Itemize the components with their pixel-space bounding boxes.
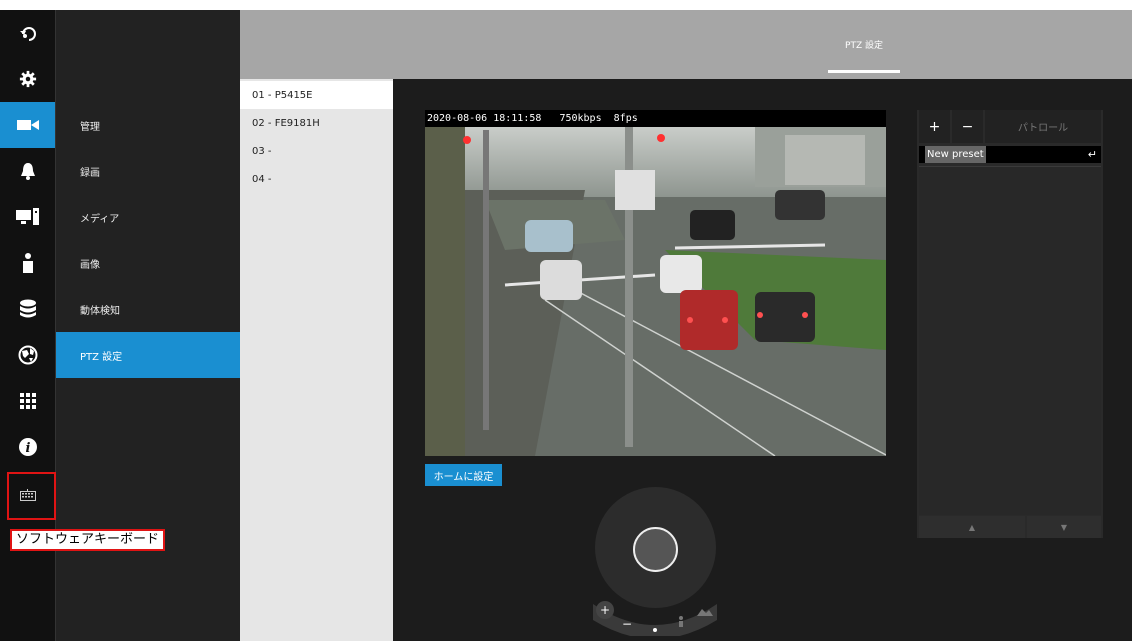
monitor-icon [15, 208, 39, 225]
apps-button[interactable] [0, 378, 55, 424]
database-icon [19, 299, 36, 318]
arrow-down-icon: ▼ [1060, 522, 1068, 532]
grid-icon [19, 393, 36, 409]
patrol-button[interactable]: パトロール [985, 110, 1101, 143]
preset-up-button[interactable]: ▲ [919, 516, 1025, 538]
user-button[interactable] [0, 240, 55, 286]
camera-item-02[interactable]: 02 - FE9181H [240, 109, 393, 137]
camera-label: 04 - [252, 173, 272, 185]
preset-row[interactable]: New preset ↵ [919, 146, 1101, 163]
submenu-item-motion-detection[interactable]: 動体検知 [56, 286, 241, 332]
submenu-item-image[interactable]: 画像 [56, 240, 241, 286]
person-icon [22, 253, 33, 273]
keyboard-highlight-box [7, 472, 56, 520]
event-button[interactable] [0, 148, 55, 194]
camera-list: 01 - P5415E 02 - FE9181H 03 - 04 - [240, 79, 393, 641]
system-settings-button[interactable] [0, 56, 55, 102]
zoom-in-button[interactable]: + [596, 601, 614, 619]
remove-preset-button[interactable]: − [952, 110, 983, 143]
submenu-item-ptz-settings[interactable]: PTZ 設定 [56, 332, 241, 378]
camera-icon [16, 120, 39, 130]
bell-icon [20, 163, 35, 180]
patrol-label: パトロール [1017, 123, 1069, 134]
submenu-label: 画像 [80, 259, 100, 271]
zoom-in-label: + [600, 603, 610, 617]
zoom-out-button[interactable]: − [622, 617, 632, 631]
preset-panel: + − パトロール New preset ↵ ▲ ▼ [917, 110, 1103, 538]
zoom-focus-control: + − [593, 601, 717, 636]
add-preset-label: + [928, 118, 941, 135]
submenu-label: 管理 [80, 121, 100, 133]
ptz-joystick-knob[interactable] [633, 527, 678, 572]
recording-button[interactable] [0, 194, 55, 240]
street-scene-image [425, 110, 886, 456]
camera-item-01[interactable]: 01 - P5415E [240, 81, 393, 109]
tooltip-label: ソフトウェアキーボード [16, 532, 160, 547]
preset-name-input[interactable]: New preset [925, 146, 986, 163]
video-fps: 8fps [613, 113, 638, 124]
submenu-label: 動体検知 [80, 305, 120, 317]
camera-item-03[interactable]: 03 - [240, 137, 393, 165]
submenu-item-media[interactable]: メディア [56, 194, 241, 240]
globe-icon [18, 345, 37, 365]
submenu-label: メディア [80, 213, 120, 225]
tab-label: PTZ 設定 [845, 41, 883, 51]
software-keyboard-tooltip: ソフトウェアキーボード [10, 529, 166, 551]
zoom-out-label: − [622, 617, 632, 631]
video-timestamp: 2020-08-06 18:11:58 [427, 113, 542, 124]
person-focus-icon[interactable] [679, 616, 683, 627]
gear-icon [19, 70, 36, 88]
camera-settings-button[interactable] [0, 102, 55, 148]
header-bar: PTZ 設定 [240, 10, 1132, 79]
set-home-button[interactable]: ホームに設定 [425, 464, 502, 486]
active-tab-indicator [828, 70, 900, 73]
focus-dot-icon[interactable] [653, 628, 657, 632]
back-button[interactable] [0, 10, 55, 56]
add-preset-button[interactable]: + [919, 110, 950, 143]
submenu-item-recording[interactable]: 録画 [56, 148, 241, 194]
enter-icon[interactable]: ↵ [1088, 146, 1097, 163]
camera-label: 03 - [252, 145, 272, 157]
remove-preset-label: − [961, 118, 974, 135]
camera-label: 02 - FE9181H [252, 117, 320, 129]
submenu-label: 録画 [80, 167, 100, 179]
preset-list [919, 166, 1101, 515]
info-icon: i [18, 438, 37, 456]
info-button[interactable]: i [0, 424, 55, 470]
submenu-item-management[interactable]: 管理 [56, 102, 241, 148]
video-bitrate: 750kbps [559, 113, 602, 124]
live-video-view[interactable]: 2020-08-06 18:11:58 750kbps 8fps [425, 110, 886, 456]
arrow-up-icon: ▲ [968, 522, 976, 532]
video-status-overlay: 2020-08-06 18:11:58 750kbps 8fps [425, 110, 886, 127]
preset-down-button[interactable]: ▼ [1027, 516, 1101, 538]
tab-ptz-settings[interactable]: PTZ 設定 [828, 10, 900, 79]
set-home-label: ホームに設定 [433, 471, 494, 483]
storage-button[interactable] [0, 286, 55, 332]
network-button[interactable] [0, 332, 55, 378]
svg-text:i: i [25, 441, 30, 456]
camera-label: 01 - P5415E [252, 89, 313, 101]
camera-item-04[interactable]: 04 - [240, 165, 393, 193]
back-icon [19, 27, 36, 41]
submenu-label: PTZ 設定 [80, 351, 123, 363]
